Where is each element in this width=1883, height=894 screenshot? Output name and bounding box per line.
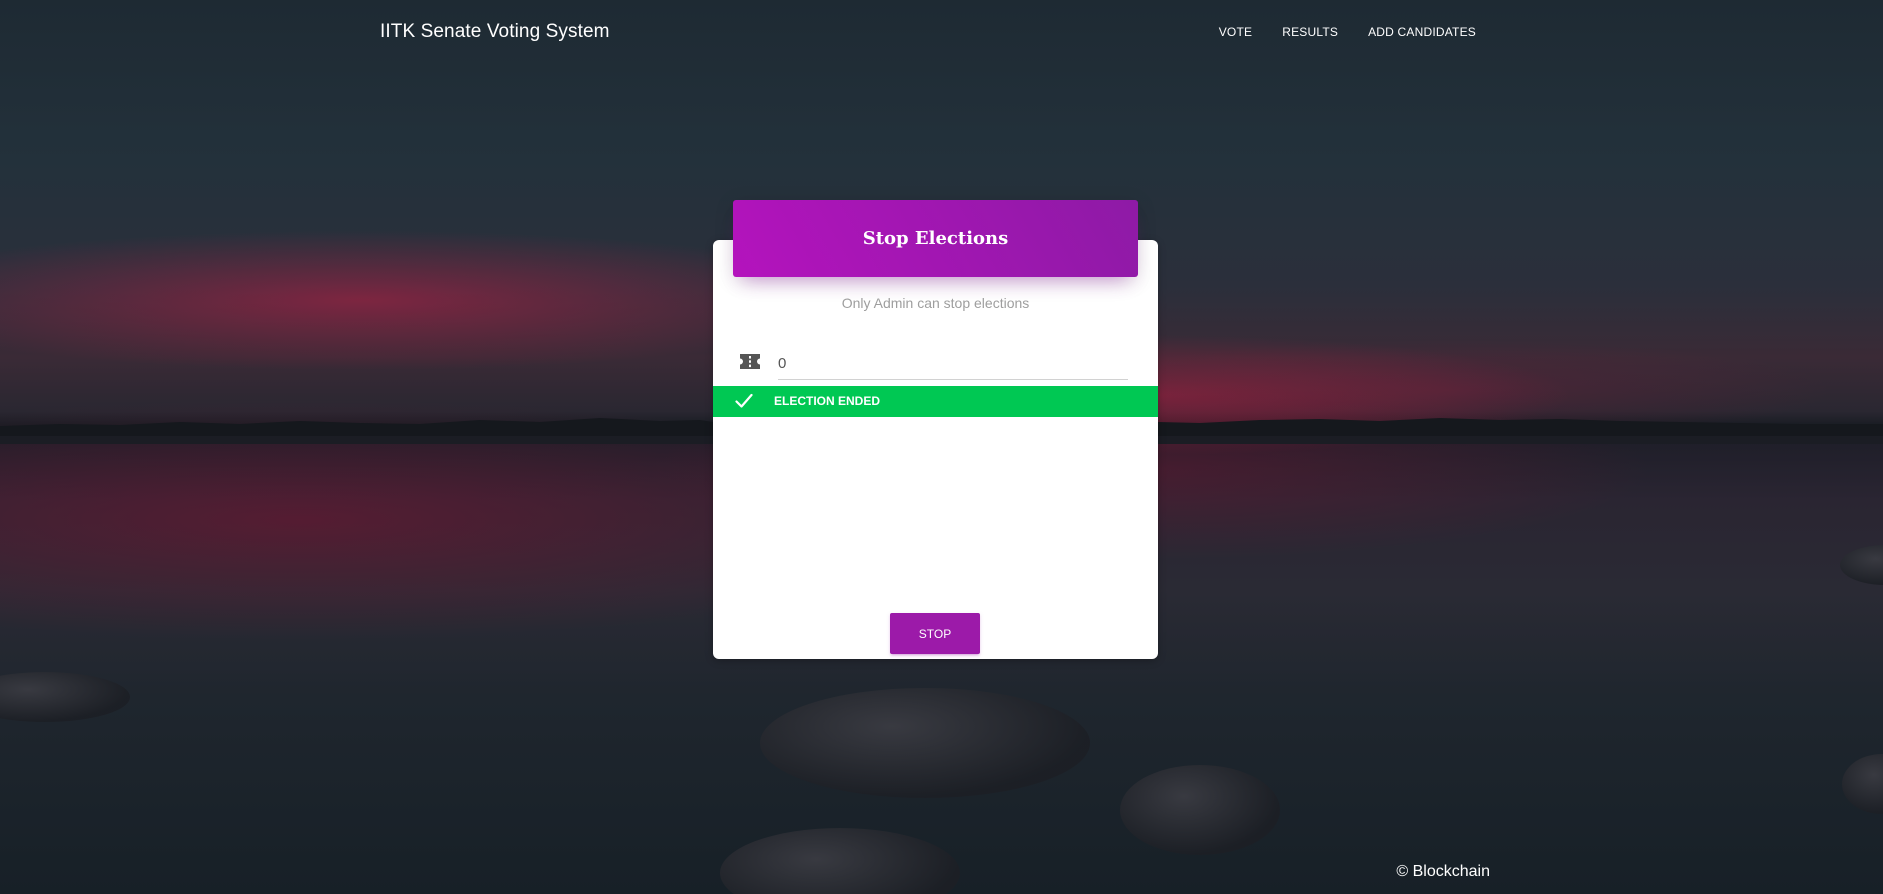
nav-link-results[interactable]: RESULTS bbox=[1267, 25, 1353, 39]
rock-decoration bbox=[1120, 765, 1280, 855]
check-icon bbox=[735, 393, 753, 408]
rock-decoration bbox=[1840, 545, 1883, 585]
card-header: Stop Elections bbox=[733, 200, 1138, 277]
rock-decoration bbox=[1842, 754, 1883, 814]
success-alert: ELECTION ENDED bbox=[713, 386, 1158, 417]
brand-title[interactable]: IITK Senate Voting System bbox=[380, 21, 610, 43]
page-background: IITK Senate Voting System VOTE RESULTS A… bbox=[0, 0, 1883, 894]
top-navbar: IITK Senate Voting System VOTE RESULTS A… bbox=[0, 0, 1883, 66]
ticket-icon bbox=[740, 354, 760, 369]
election-id-input[interactable] bbox=[778, 350, 1128, 380]
card-title: Stop Elections bbox=[862, 228, 1009, 249]
card-subtitle: Only Admin can stop elections bbox=[841, 295, 1030, 311]
nav-link-add-candidates[interactable]: ADD CANDIDATES bbox=[1353, 25, 1476, 39]
rock-decoration bbox=[760, 688, 1090, 798]
rock-decoration bbox=[720, 828, 960, 894]
nav-links: VOTE RESULTS ADD CANDIDATES bbox=[1204, 25, 1476, 39]
rock-decoration bbox=[0, 672, 130, 722]
election-id-row bbox=[739, 350, 1129, 380]
stop-elections-card: Stop Elections Only Admin can stop elect… bbox=[713, 200, 1158, 659]
alert-text: ELECTION ENDED bbox=[774, 394, 881, 408]
stop-button[interactable]: STOP bbox=[890, 613, 980, 654]
footer-copyright: © Blockchain bbox=[1396, 863, 1490, 880]
nav-link-vote[interactable]: VOTE bbox=[1204, 25, 1267, 39]
